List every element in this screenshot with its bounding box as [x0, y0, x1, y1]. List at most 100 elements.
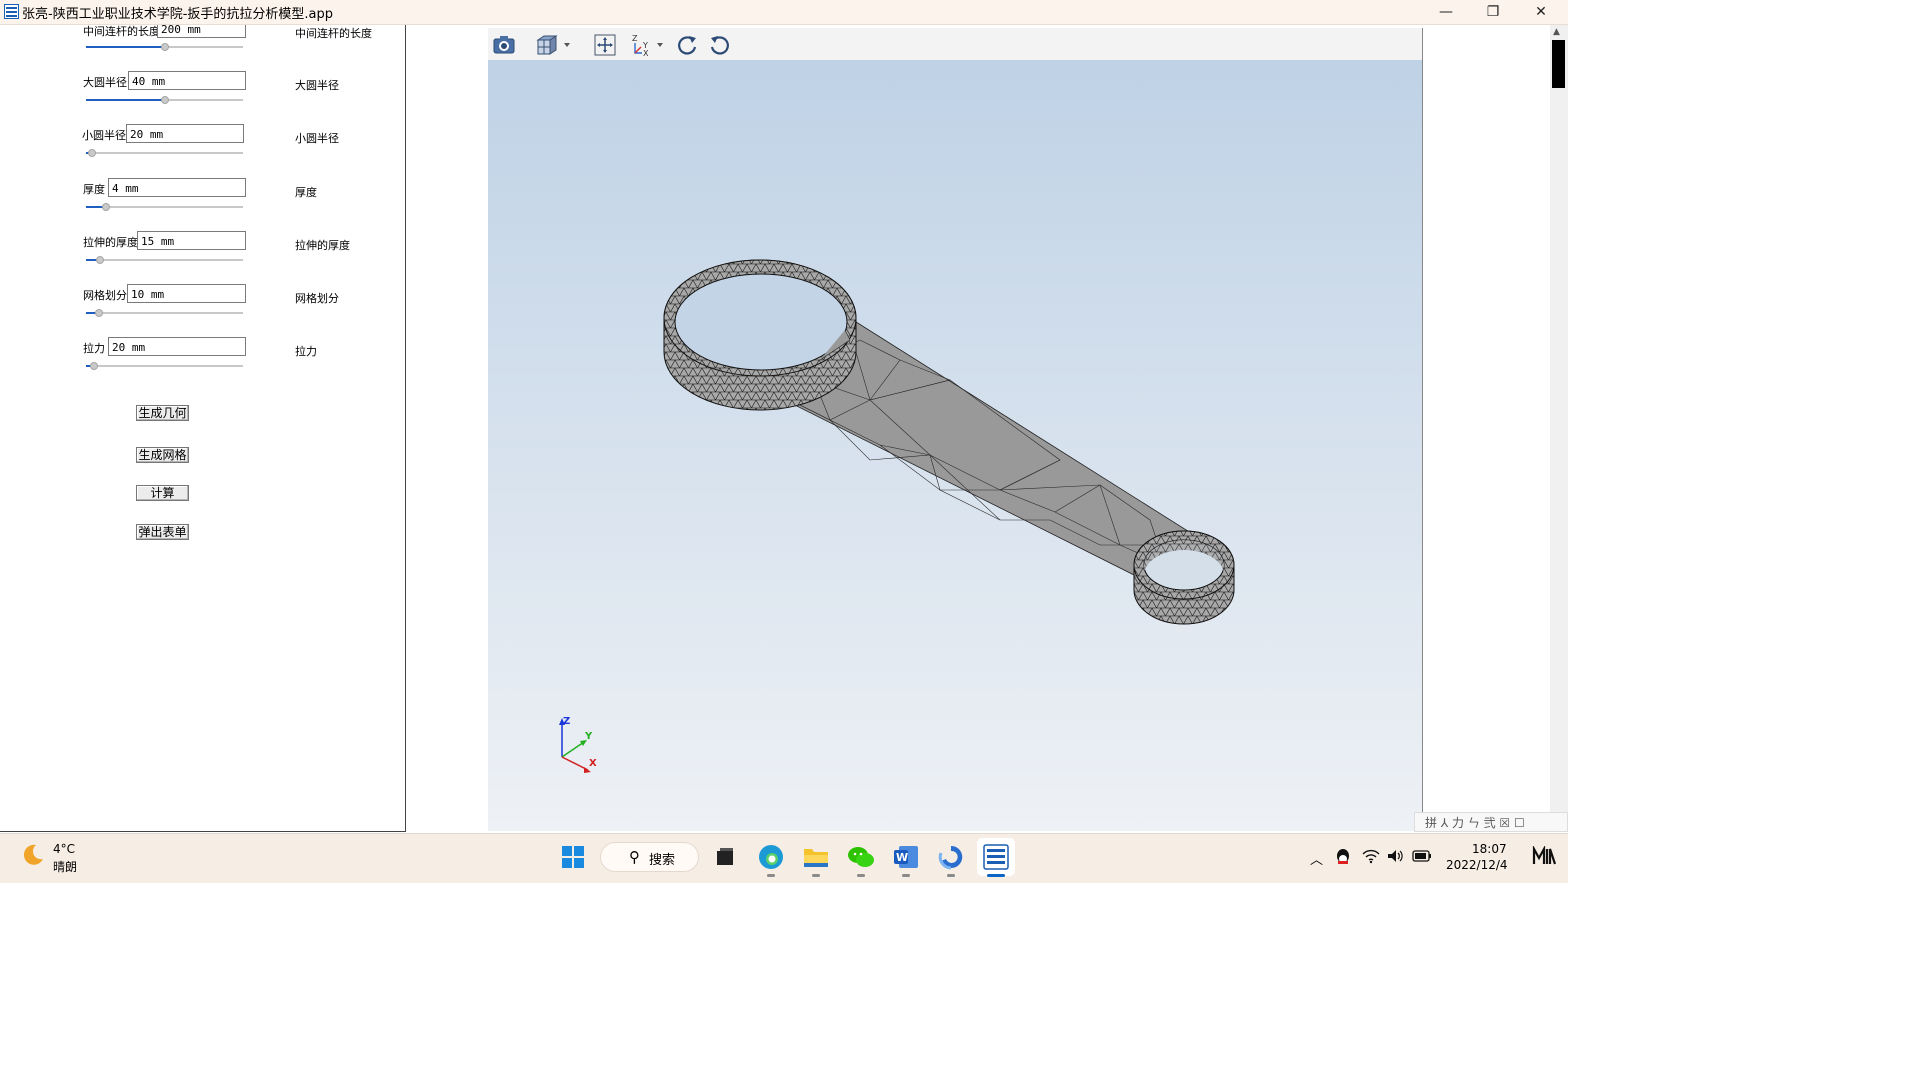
running-indicator — [902, 874, 910, 877]
param-row: 中间连杆的长度 200 mm 中间连杆的长度 — [0, 25, 405, 51]
slider-thumb[interactable] — [161, 96, 169, 104]
rotate-cw-icon[interactable] — [674, 32, 700, 58]
param-output-label: 厚度 — [295, 186, 317, 199]
rotate-ccw-icon[interactable] — [707, 32, 733, 58]
param-output-label: 网格划分 — [295, 292, 339, 305]
comsol-icon[interactable] — [935, 841, 967, 873]
word-icon[interactable]: W — [890, 841, 922, 873]
axis-y-label: Y — [584, 731, 593, 742]
running-indicator — [767, 874, 775, 877]
page-scrollbar[interactable] — [1550, 25, 1568, 831]
running-indicator — [947, 874, 955, 877]
ime-toolbar[interactable]: 拼 ⅄ 力 ㄣ 弐 ☒ ☐ — [1414, 812, 1568, 832]
svg-text:Z: Z — [632, 34, 638, 43]
thickness-input[interactable]: 4 mm — [108, 178, 246, 197]
param-label: 网格划分 — [83, 289, 127, 302]
slider-thumb[interactable] — [102, 203, 110, 211]
ime-toolbar-buttons[interactable]: 拼 ⅄ 力 ㄣ 弐 ☒ ☐ — [1425, 814, 1525, 831]
param-label: 大圆半径 — [83, 76, 127, 89]
wifi-icon[interactable] — [1362, 848, 1380, 867]
param-row: 大圆半径 40 mm 大圆半径 — [0, 70, 405, 110]
taskbar-search-box[interactable]: ⚲ 搜索 — [600, 842, 699, 872]
notification-icon[interactable] — [1532, 844, 1557, 869]
minimize-button[interactable]: — — [1423, 0, 1469, 24]
tensile-force-input[interactable]: 20 mm — [108, 337, 246, 356]
axis-x-label: X — [589, 758, 597, 769]
clock-date[interactable]: 2022/12/4 — [1446, 858, 1508, 872]
wechat-icon[interactable] — [845, 841, 877, 873]
start-button[interactable] — [557, 841, 589, 873]
mesh-size-slider[interactable] — [86, 309, 243, 317]
weather-temp: 4°C — [53, 842, 76, 856]
param-row: 厚度 4 mm 厚度 — [0, 177, 405, 217]
app-icon — [4, 4, 19, 19]
battery-icon[interactable] — [1412, 849, 1432, 866]
axis-triad: Z Y X — [559, 716, 597, 773]
popup-form-button[interactable]: 弹出表单 — [136, 524, 189, 540]
svg-text:W: W — [896, 851, 908, 864]
parameter-panel: 中间连杆的长度 200 mm 中间连杆的长度 大圆半径 40 mm 大圆半径 小… — [0, 25, 406, 832]
running-indicator — [812, 874, 820, 877]
generate-geometry-button[interactable]: 生成几何 — [136, 405, 189, 421]
big-radius-input[interactable]: 40 mm — [128, 71, 246, 90]
slider-thumb[interactable] — [96, 256, 104, 264]
big-radius-slider[interactable] — [86, 96, 243, 104]
slider-thumb[interactable] — [90, 362, 98, 370]
slider-thumb[interactable] — [161, 43, 169, 51]
active-indicator — [987, 874, 1005, 877]
generate-mesh-button[interactable]: 生成网格 — [136, 447, 189, 463]
tray-overflow-icon[interactable]: ︿ — [1310, 849, 1323, 868]
param-label: 拉伸的厚度 — [83, 236, 138, 249]
qq-icon[interactable] — [1335, 848, 1351, 869]
link-length-input[interactable]: 200 mm — [157, 25, 246, 38]
small-radius-slider[interactable] — [86, 149, 243, 157]
moon-weather-icon[interactable] — [20, 842, 46, 871]
slider-thumb[interactable] — [95, 309, 103, 317]
extrude-thickness-input[interactable]: 15 mm — [137, 231, 246, 250]
volume-icon[interactable] — [1387, 848, 1405, 867]
svg-text:X: X — [643, 49, 649, 57]
param-output-label: 小圆半径 — [295, 132, 339, 145]
mesh-size-input[interactable]: 10 mm — [127, 284, 246, 303]
window-title: 张亮-陕西工业职业技术学院-扳手的抗拉分析模型.app — [22, 7, 333, 22]
param-row: 拉力 20 mm 拉力 — [0, 336, 405, 376]
file-explorer-icon[interactable] — [800, 841, 832, 873]
search-icon: ⚲ — [629, 848, 640, 866]
wrench-mesh-model — [663, 259, 1235, 625]
comsol-app-icon[interactable] — [980, 841, 1012, 873]
clock-time[interactable]: 18:07 — [1472, 842, 1507, 856]
param-row: 网格划分 10 mm 网格划分 — [0, 283, 405, 323]
weather-desc: 晴朗 — [53, 860, 78, 874]
param-output-label: 拉力 — [295, 345, 317, 358]
extrude-thickness-slider[interactable] — [86, 256, 243, 264]
viewer-border — [1422, 28, 1423, 831]
tensile-force-slider[interactable] — [86, 362, 243, 370]
task-view-icon[interactable] — [709, 841, 741, 873]
view-cube-icon[interactable] — [534, 32, 574, 58]
param-row: 小圆半径 20 mm 小圆半径 — [0, 123, 405, 163]
scroll-up-icon[interactable]: ▲ — [1553, 27, 1560, 37]
param-row: 拉伸的厚度 15 mm 拉伸的厚度 — [0, 230, 405, 270]
search-label: 搜索 — [649, 853, 676, 868]
compute-button[interactable]: 计算 — [136, 485, 189, 501]
thickness-slider[interactable] — [86, 203, 243, 211]
param-output-label: 中间连杆的长度 — [295, 27, 372, 40]
small-radius-input[interactable]: 20 mm — [126, 124, 244, 143]
camera-icon[interactable] — [491, 32, 517, 58]
running-indicator — [857, 874, 865, 877]
param-output-label: 大圆半径 — [295, 79, 339, 92]
axis-z-label: Z — [563, 716, 570, 727]
param-label: 中间连杆的长度 — [83, 25, 160, 38]
axis-orientation-icon[interactable]: Z Y X — [628, 32, 668, 58]
edge-browser-icon[interactable] — [755, 841, 787, 873]
restore-button[interactable]: ❐ — [1470, 0, 1516, 24]
link-length-slider[interactable] — [86, 43, 243, 51]
param-label: 厚度 — [83, 183, 105, 196]
zoom-extents-icon[interactable] — [592, 32, 618, 58]
param-output-label: 拉伸的厚度 — [295, 239, 350, 252]
slider-thumb[interactable] — [88, 149, 96, 157]
param-label: 拉力 — [83, 342, 105, 355]
scrollbar-thumb[interactable] — [1552, 40, 1565, 88]
close-button[interactable]: ✕ — [1518, 0, 1564, 24]
param-label: 小圆半径 — [82, 129, 126, 142]
